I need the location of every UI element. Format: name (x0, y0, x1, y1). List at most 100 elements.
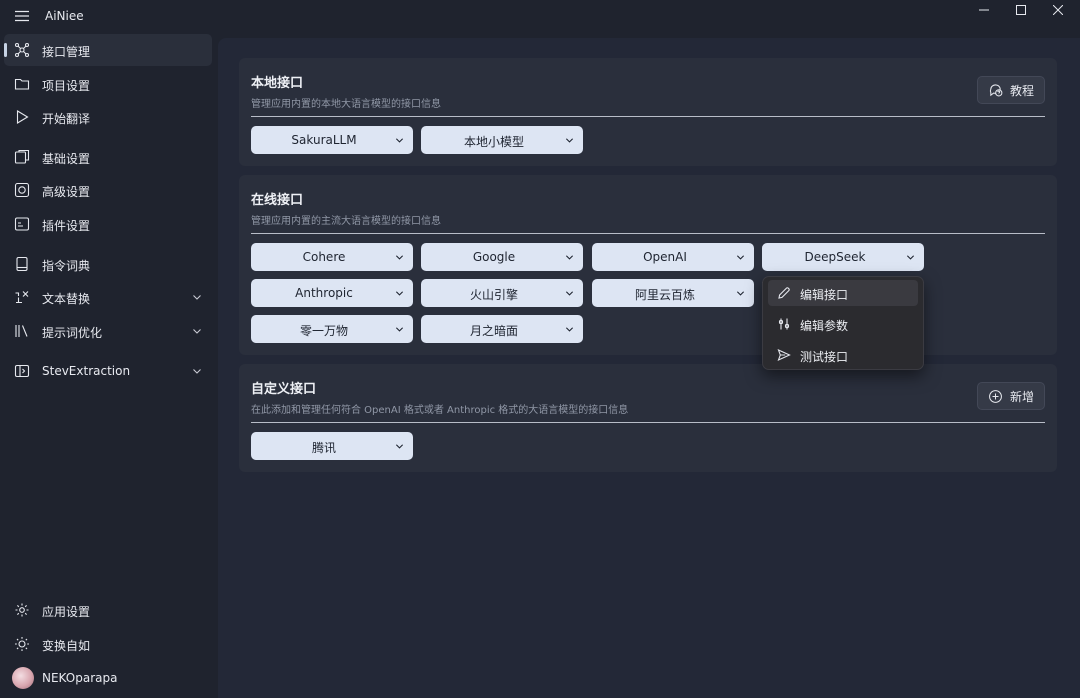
hamburger-icon (15, 10, 29, 22)
local-api-card: 本地接口 管理应用内置的本地大语言模型的接口信息 教程 SakuraLLM 本地… (239, 58, 1057, 166)
sidebar-item-stevextraction[interactable]: StevExtraction (4, 355, 212, 387)
tutorial-button[interactable]: 教程 (976, 76, 1045, 104)
sidebar-item-label: StevExtraction (42, 364, 131, 378)
sidebar-item-label: 变换自如 (42, 639, 91, 653)
sidebar-item-text-replace[interactable]: 文本替换 (4, 281, 212, 313)
api-name: 阿里云百炼 (634, 288, 695, 302)
extraction-icon (14, 363, 30, 379)
sidebar-item-label: 接口管理 (42, 45, 91, 59)
sidebar-item-label: 开始翻译 (42, 112, 91, 126)
api-dropdown-anthropic[interactable]: Anthropic (251, 279, 413, 307)
help-chat-icon (989, 83, 1003, 96)
section-title: 在线接口 (251, 193, 304, 208)
chevron-down-icon (736, 255, 745, 260)
api-name: 腾讯 (311, 441, 336, 455)
api-name: 零一万物 (299, 324, 348, 338)
section-title: 本地接口 (251, 76, 304, 91)
api-name: 本地小模型 (463, 135, 524, 149)
sidebar-item-label: 指令词典 (42, 259, 91, 273)
chevron-down-icon (736, 291, 745, 296)
sidebar-item-label: 高级设置 (42, 185, 91, 199)
minimize-icon (979, 9, 989, 11)
divider (251, 422, 1045, 423)
pencil-icon (778, 287, 790, 299)
sidebar-item-api-management[interactable]: 接口管理 (4, 34, 212, 66)
close-button[interactable] (1040, 0, 1076, 20)
chevron-down-icon (395, 255, 404, 260)
section-subtitle: 在此添加和管理任何符合 OpenAI 格式或者 Anthropic 格式的大语言… (251, 405, 629, 416)
add-label: 新增 (1009, 389, 1034, 404)
api-name: OpenAI (643, 250, 687, 264)
api-name: 月之暗面 (469, 324, 518, 338)
api-name: Google (472, 250, 516, 264)
menu-item-edit-api[interactable]: 编辑接口 (768, 280, 918, 306)
sidebar-item-theme-toggle[interactable]: 变换自如 (4, 628, 212, 660)
advanced-settings-icon (14, 182, 30, 198)
maximize-icon (1016, 5, 1026, 15)
menu-item-label: 编辑接口 (800, 288, 849, 302)
minimize-button[interactable] (966, 0, 1002, 20)
menu-item-test-api[interactable]: 测试接口 (768, 342, 918, 368)
section-title: 自定义接口 (251, 382, 317, 397)
hamburger-menu-button[interactable] (8, 4, 36, 28)
api-dropdown-moonshot[interactable]: 月之暗面 (421, 315, 583, 343)
sidebar-item-label: 插件设置 (42, 219, 91, 233)
api-dropdown-volcengine[interactable]: 火山引擎 (421, 279, 583, 307)
api-dropdown-openai[interactable]: OpenAI (592, 243, 754, 271)
api-dropdown-local-small-model[interactable]: 本地小模型 (421, 126, 583, 154)
main-content: 本地接口 管理应用内置的本地大语言模型的接口信息 教程 SakuraLLM 本地… (218, 38, 1080, 698)
gear-icon (14, 602, 30, 618)
chevron-down-icon (395, 444, 404, 449)
api-name: SakuraLLM (291, 133, 357, 147)
sidebar: 接口管理 项目设置 开始翻译 基础设置 高级设置 插件设置 指令词典 文本替换 … (0, 32, 218, 698)
prompt-icon (14, 323, 30, 339)
sidebar-item-advanced-settings[interactable]: 高级设置 (4, 174, 212, 206)
avatar (12, 667, 34, 689)
close-icon (1053, 5, 1063, 15)
api-dropdown-aliyun-bailian[interactable]: 阿里云百炼 (592, 279, 754, 307)
api-dropdown-deepseek[interactable]: DeepSeek (762, 243, 924, 271)
chevron-down-icon (193, 369, 201, 374)
sidebar-item-instruction-dictionary[interactable]: 指令词典 (4, 248, 212, 280)
sidebar-item-plugin-settings[interactable]: 插件设置 (4, 208, 212, 240)
api-dropdown-google[interactable]: Google (421, 243, 583, 271)
folder-icon (14, 76, 30, 92)
active-indicator (4, 43, 7, 57)
sidebar-item-label: 项目设置 (42, 79, 91, 93)
api-nodes-icon (14, 42, 30, 58)
sidebar-item-label: 提示词优化 (42, 326, 103, 340)
add-api-button[interactable]: 新增 (976, 382, 1045, 410)
chevron-down-icon (565, 138, 574, 143)
plus-circle-icon (989, 389, 1002, 403)
api-name: Cohere (302, 250, 346, 264)
custom-api-card: 自定义接口 在此添加和管理任何符合 OpenAI 格式或者 Anthropic … (239, 364, 1057, 472)
api-context-menu: 编辑接口 编辑参数 测试接口 (762, 276, 924, 370)
user-name: NEKOparapa (42, 671, 118, 685)
chevron-down-icon (906, 255, 915, 260)
api-dropdown-tencent[interactable]: 腾讯 (251, 432, 413, 460)
api-dropdown-sakurallm[interactable]: SakuraLLM (251, 126, 413, 154)
sidebar-item-prompt-optimization[interactable]: 提示词优化 (4, 315, 212, 347)
chevron-down-icon (565, 327, 574, 332)
chevron-down-icon (395, 327, 404, 332)
sidebar-item-project-settings[interactable]: 项目设置 (4, 68, 212, 100)
section-subtitle: 管理应用内置的本地大语言模型的接口信息 (251, 99, 441, 110)
chevron-down-icon (565, 291, 574, 296)
maximize-button[interactable] (1003, 0, 1039, 20)
chevron-down-icon (193, 329, 201, 334)
menu-item-label: 测试接口 (800, 350, 849, 364)
api-dropdown-cohere[interactable]: Cohere (251, 243, 413, 271)
menu-item-edit-params[interactable]: 编辑参数 (768, 311, 918, 337)
api-name: DeepSeek (804, 250, 866, 264)
dictionary-icon (14, 256, 30, 272)
basic-settings-icon (14, 149, 30, 165)
api-dropdown-lingyiwanwu[interactable]: 零一万物 (251, 315, 413, 343)
sidebar-item-app-settings[interactable]: 应用设置 (4, 594, 212, 626)
brightness-icon (14, 636, 30, 652)
api-name: 火山引擎 (469, 288, 518, 302)
sidebar-item-start-translation[interactable]: 开始翻译 (4, 101, 212, 133)
sidebar-item-label: 基础设置 (42, 152, 91, 166)
sidebar-item-user-profile[interactable]: NEKOparapa (4, 662, 212, 694)
sidebar-item-basic-settings[interactable]: 基础设置 (4, 141, 212, 173)
online-api-card: 在线接口 管理应用内置的主流大语言模型的接口信息 Cohere Google O… (239, 175, 1057, 355)
